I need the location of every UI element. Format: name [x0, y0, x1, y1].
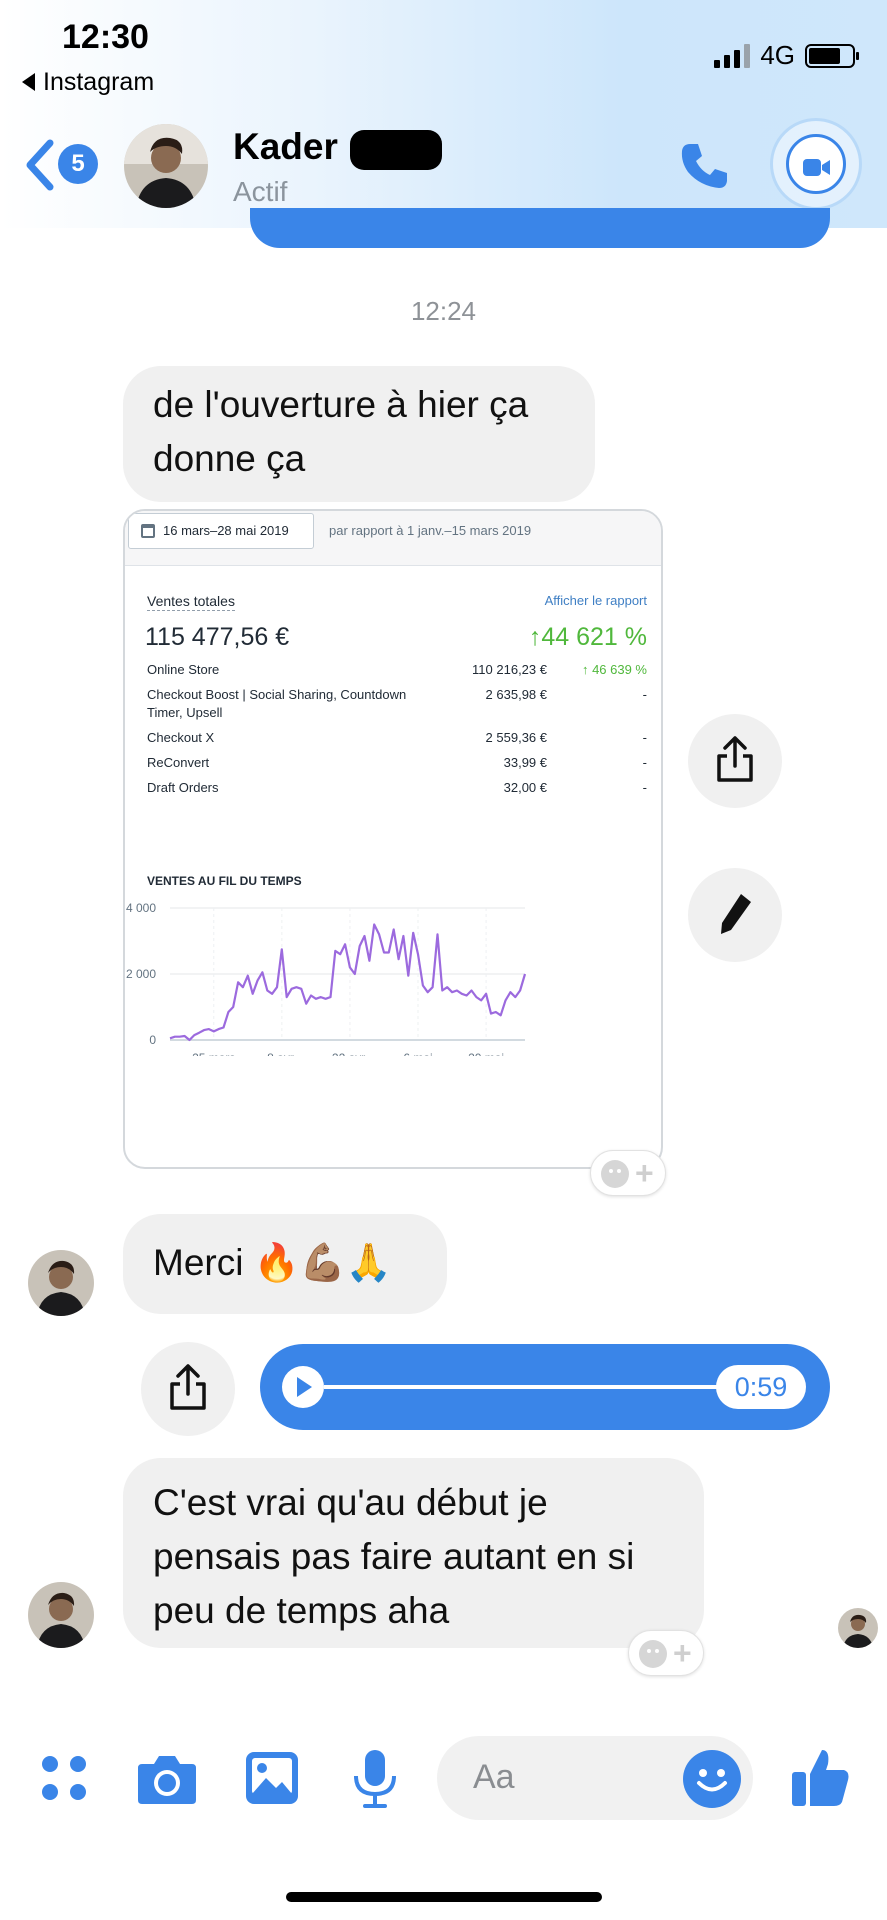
camera-icon[interactable]: [136, 1750, 198, 1806]
row-value: 2 635,98 €: [485, 687, 547, 702]
sender-avatar[interactable]: [28, 1582, 94, 1648]
contact-name: Kader: [233, 126, 338, 167]
total-sales-label: Ventes totales: [147, 593, 235, 611]
view-report-link: Afficher le rapport: [544, 593, 647, 608]
more-options-icon[interactable]: [38, 1752, 90, 1804]
series-line-current: [169, 923, 527, 1042]
emoji-icon[interactable]: [683, 1750, 741, 1808]
redaction-mark: [350, 130, 442, 170]
contact-avatar[interactable]: [124, 124, 208, 208]
row-name: Checkout X: [147, 730, 215, 745]
y-tick-label: 0: [149, 1033, 156, 1047]
share-icon: [170, 1364, 206, 1410]
phone-call-icon[interactable]: [676, 138, 732, 194]
row-name: Checkout Boost | Social Sharing, Countdo…: [147, 687, 407, 720]
add-reaction-button[interactable]: +: [590, 1150, 666, 1196]
battery-icon: [805, 43, 859, 68]
microphone-icon[interactable]: [350, 1748, 400, 1810]
row-value: 32,00 €: [503, 780, 547, 795]
total-sales-delta: ↑44 621 %: [529, 623, 647, 652]
row-delta: -: [642, 755, 647, 770]
back-triangle-icon: [22, 73, 35, 91]
smiley-icon: [601, 1160, 629, 1188]
voice-duration: 0:59: [716, 1365, 806, 1409]
sender-avatar[interactable]: [28, 1250, 94, 1316]
edit-button[interactable]: [688, 868, 782, 962]
date-range-button: 16 mars–28 mai 2019: [128, 513, 314, 549]
share-voice-button[interactable]: [141, 1342, 235, 1436]
received-message[interactable]: Merci 🔥💪🏽🙏: [123, 1214, 447, 1314]
video-call-button[interactable]: [770, 118, 862, 210]
row-delta: -: [642, 730, 647, 745]
x-tick-label: 20 mai: [468, 1051, 504, 1056]
x-tick-label: 25 mars: [192, 1051, 235, 1056]
previous-message-bubble: [250, 208, 830, 248]
total-sales-value: 115 477,56 €: [145, 623, 290, 651]
voice-message[interactable]: 0:59: [260, 1344, 830, 1430]
like-thumb-icon[interactable]: [790, 1744, 852, 1810]
contact-status: Actif: [233, 176, 288, 207]
gallery-icon[interactable]: [244, 1750, 300, 1806]
row-name: Draft Orders: [147, 780, 219, 795]
back-chevron-icon[interactable]: [22, 138, 56, 192]
status-indicators: 4G: [714, 40, 859, 71]
plus-icon: +: [673, 1635, 692, 1671]
conversation-header: 12:30 Instagram 4G 5 Kader Actif: [0, 0, 887, 228]
sales-line-chart: 4 000 2 000 0 25 mars 8 avr. 22 avr. 6 mai 20 m…: [126, 901, 527, 1056]
video-camera-icon: [803, 159, 830, 176]
unread-count-badge: 5: [58, 144, 98, 184]
smiley-icon: [639, 1640, 667, 1668]
plus-icon: +: [635, 1155, 654, 1191]
row-name: Online Store: [147, 662, 220, 677]
x-tick-label: 8 avr.: [267, 1051, 296, 1056]
back-to-app-link[interactable]: Instagram: [22, 68, 154, 97]
row-value: 2 559,36 €: [485, 730, 547, 745]
row-name: ReConvert: [147, 755, 210, 770]
compare-range-label: par rapport à 1 janv.–15 mars 2019: [329, 523, 532, 538]
total-sales-delta-value: 44 621 %: [541, 623, 647, 651]
x-tick-label: 6 mai: [403, 1051, 432, 1056]
row-delta: ↑ 46 639 %: [581, 662, 647, 677]
message-timestamp: 12:24: [410, 296, 477, 326]
message-input-placeholder: Aa: [473, 1758, 515, 1796]
row-delta: -: [642, 780, 647, 795]
y-tick-label: 4 000: [126, 901, 156, 915]
signal-icon: [714, 43, 751, 68]
back-app-label: Instagram: [43, 68, 155, 96]
read-receipt-avatar: [838, 1608, 878, 1648]
play-icon[interactable]: [282, 1366, 324, 1408]
received-message[interactable]: de l'ouverture à hier ça donne ça: [123, 366, 595, 502]
calendar-icon: [141, 524, 155, 538]
home-indicator: [286, 1892, 602, 1902]
date-filter-bar: 16 mars–28 mai 2019 par rapport à 1 janv…: [125, 511, 661, 566]
network-type: 4G: [760, 40, 795, 70]
arrow-up-icon: ↑: [528, 623, 542, 651]
row-value: 33,99 €: [503, 755, 547, 770]
row-value: 110 216,23 €: [472, 662, 547, 677]
date-range-label: 16 mars–28 mai 2019: [163, 523, 289, 538]
share-icon: [717, 736, 753, 782]
voice-progress-track[interactable]: [324, 1385, 724, 1389]
add-reaction-button[interactable]: +: [628, 1630, 704, 1676]
share-button[interactable]: [688, 714, 782, 808]
pencil-icon: [721, 894, 751, 934]
message-input[interactable]: Aa: [437, 1736, 753, 1820]
chart-title: VENTES AU FIL DU TEMPS: [147, 874, 302, 888]
y-tick-label: 2 000: [126, 967, 156, 981]
row-delta: -: [642, 687, 647, 702]
shared-image-attachment[interactable]: 16 mars–28 mai 2019 par rapport à 1 janv…: [123, 509, 663, 1169]
status-time: 12:30: [62, 18, 149, 56]
x-tick-label: 22 avr.: [332, 1051, 368, 1056]
received-message[interactable]: C'est vrai qu'au début je pensais pas fa…: [123, 1458, 704, 1648]
